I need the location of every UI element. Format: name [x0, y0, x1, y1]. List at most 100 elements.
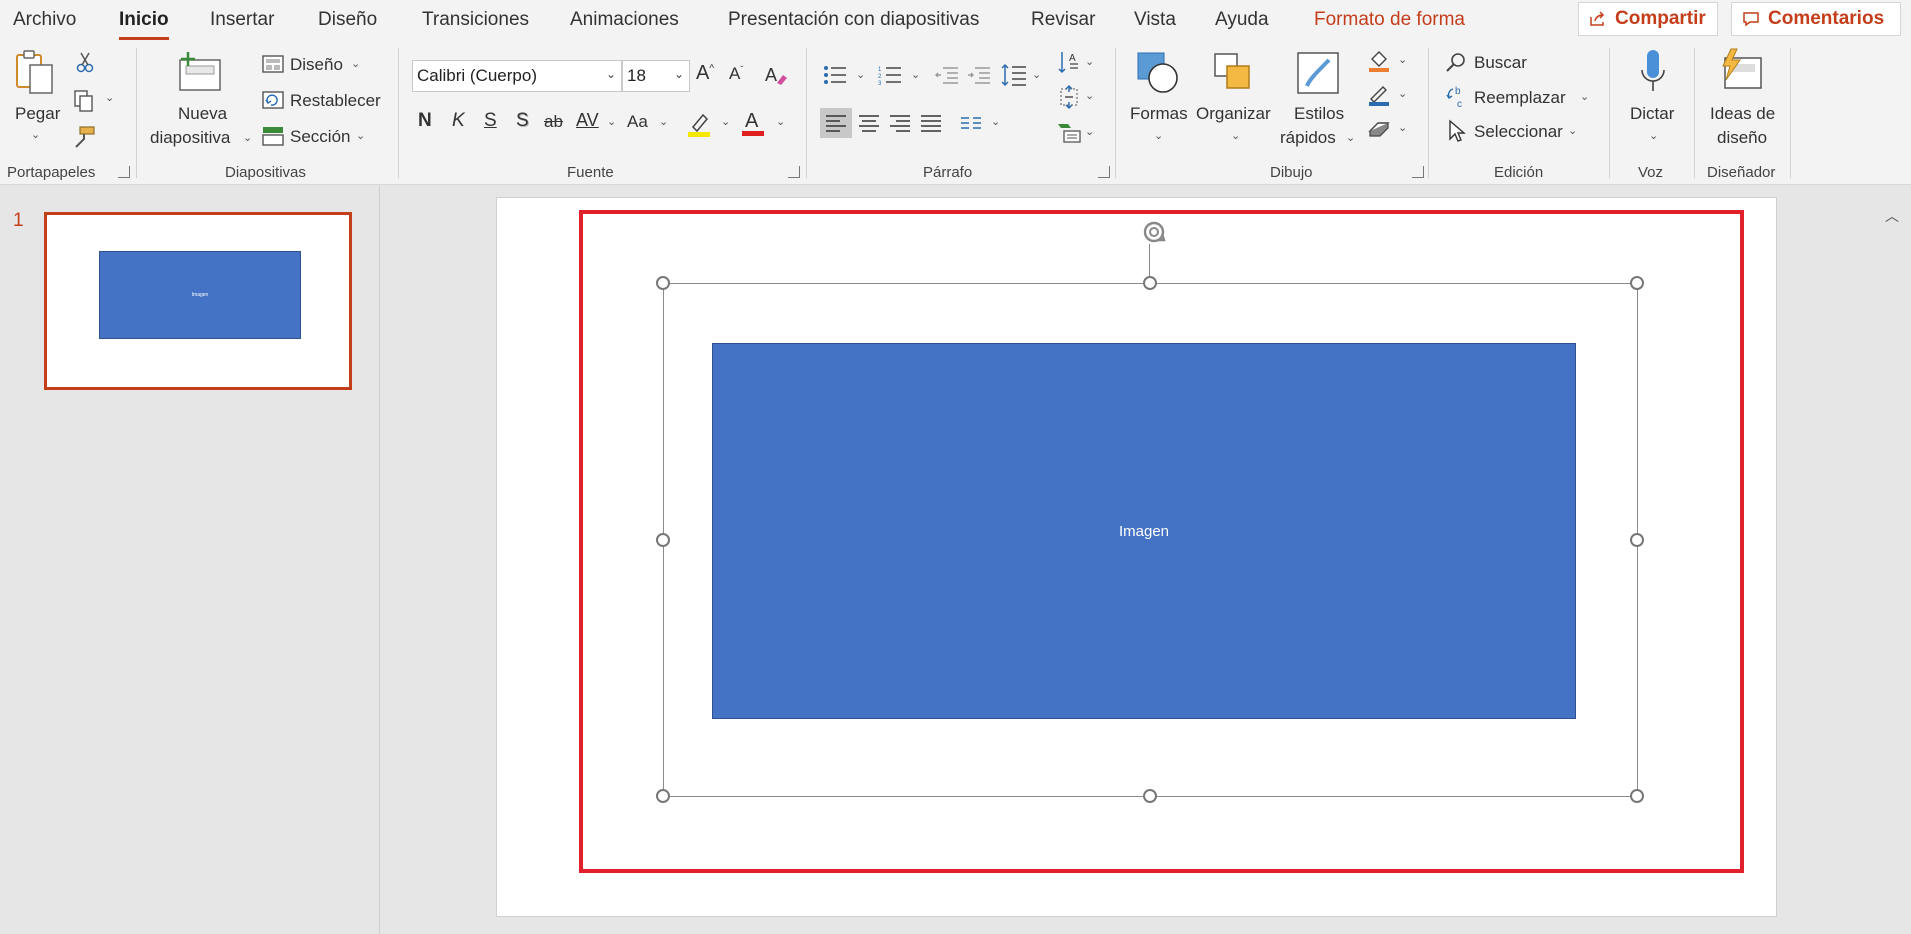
select-dropdown-chevron[interactable]: ⌄ — [1568, 124, 1577, 137]
underline-button[interactable]: S — [484, 110, 497, 132]
quick-styles-dropdown-chevron[interactable]: ⌄ — [1346, 131, 1355, 144]
smartart-dropdown-chevron[interactable]: ⌄ — [1085, 125, 1094, 138]
find-button-label[interactable]: Buscar — [1474, 53, 1527, 73]
find-icon[interactable] — [1444, 50, 1468, 74]
microphone-icon[interactable] — [1636, 48, 1670, 98]
design-ideas-label-2[interactable]: diseño — [1717, 128, 1767, 148]
bullets-dropdown-chevron[interactable]: ⌄ — [856, 68, 865, 81]
font-name-combo[interactable]: Calibri (Cuerpo) ⌄ — [412, 60, 622, 92]
tab-insertar[interactable]: Insertar — [210, 9, 274, 31]
format-painter-icon[interactable] — [70, 124, 98, 150]
strikethrough-button[interactable]: ab — [544, 112, 563, 132]
section-dropdown-chevron[interactable]: ⌄ — [356, 129, 365, 142]
design-ideas-label-1[interactable]: Ideas de — [1710, 104, 1775, 124]
decrease-indent-icon[interactable] — [934, 64, 960, 86]
tab-revisar[interactable]: Revisar — [1031, 9, 1095, 31]
tab-formato-de-forma[interactable]: Formato de forma — [1314, 9, 1465, 31]
new-slide-icon[interactable] — [176, 50, 224, 94]
comments-button[interactable]: Comentarios — [1731, 2, 1901, 36]
shape-fill-dropdown-chevron[interactable]: ⌄ — [1398, 53, 1407, 66]
tab-diseno[interactable]: Diseño — [318, 9, 377, 31]
resize-handle-bottom[interactable] — [1143, 789, 1157, 803]
layout-dropdown-chevron[interactable]: ⌄ — [351, 57, 360, 70]
paste-dropdown-chevron[interactable]: ⌄ — [31, 128, 40, 141]
align-left-icon[interactable] — [820, 108, 852, 138]
slide-thumbnail[interactable]: Imagen — [44, 212, 352, 390]
line-spacing-dropdown-chevron[interactable]: ⌄ — [1032, 68, 1041, 81]
italic-button[interactable]: K — [452, 110, 465, 132]
bold-button[interactable]: N — [418, 110, 432, 132]
quick-styles-icon[interactable] — [1294, 50, 1342, 96]
share-button[interactable]: Compartir — [1578, 2, 1718, 36]
resize-handle-top-right[interactable] — [1630, 276, 1644, 290]
resize-handle-bottom-left[interactable] — [656, 789, 670, 803]
highlight-dropdown-chevron[interactable]: ⌄ — [721, 115, 730, 128]
font-color-dropdown-chevron[interactable]: ⌄ — [776, 115, 785, 128]
arrange-icon[interactable] — [1210, 50, 1258, 96]
select-cursor-icon[interactable] — [1446, 118, 1468, 144]
reset-icon[interactable] — [262, 90, 284, 110]
copy-icon[interactable] — [70, 88, 98, 114]
replace-dropdown-chevron[interactable]: ⌄ — [1580, 90, 1589, 103]
align-text-dropdown-chevron[interactable]: ⌄ — [1085, 89, 1094, 102]
tab-vista[interactable]: Vista — [1134, 9, 1176, 31]
font-color-icon[interactable]: A — [740, 108, 766, 138]
shape-fill-icon[interactable] — [1366, 48, 1392, 74]
shapes-dropdown-chevron[interactable]: ⌄ — [1154, 129, 1163, 142]
resize-handle-top[interactable] — [1143, 276, 1157, 290]
spacing-dropdown-chevron[interactable]: ⌄ — [607, 115, 616, 128]
shapes-button-label[interactable]: Formas — [1130, 104, 1188, 124]
resize-handle-right[interactable] — [1630, 533, 1644, 547]
quick-styles-label-1[interactable]: Estilos — [1294, 104, 1344, 124]
clear-formatting-icon[interactable]: A — [763, 62, 789, 88]
section-icon[interactable] — [262, 126, 284, 146]
columns-icon[interactable] — [958, 112, 984, 134]
tab-presentacion[interactable]: Presentación con diapositivas — [728, 9, 979, 31]
character-spacing-button[interactable]: AV — [576, 110, 599, 131]
resize-handle-top-left[interactable] — [656, 276, 670, 290]
shape-outline-icon[interactable] — [1366, 82, 1392, 108]
align-center-icon[interactable] — [855, 108, 883, 138]
image-placeholder-shape[interactable]: Imagen — [712, 343, 1576, 719]
arrange-button-label[interactable]: Organizar — [1196, 104, 1271, 124]
bullets-icon[interactable] — [822, 64, 848, 86]
design-ideas-icon[interactable] — [1716, 48, 1766, 94]
collapse-ribbon-icon[interactable]: ︿ — [1885, 206, 1899, 226]
shapes-icon[interactable] — [1134, 50, 1182, 96]
dictate-dropdown-chevron[interactable]: ⌄ — [1649, 129, 1658, 142]
highlight-icon[interactable] — [686, 110, 712, 138]
new-slide-dropdown-chevron[interactable]: ⌄ — [243, 131, 252, 144]
shape-effects-dropdown-chevron[interactable]: ⌄ — [1398, 121, 1407, 134]
arrange-dropdown-chevron[interactable]: ⌄ — [1231, 129, 1240, 142]
font-size-combo[interactable]: 18 ⌄ — [622, 60, 690, 92]
paste-button-label[interactable]: Pegar — [15, 104, 60, 124]
layout-button-label[interactable]: Diseño — [290, 55, 343, 75]
paragraph-launcher-icon[interactable] — [1098, 166, 1110, 178]
drawing-launcher-icon[interactable] — [1412, 166, 1424, 178]
text-direction-icon[interactable]: A — [1056, 50, 1082, 76]
replace-button-label[interactable]: Reemplazar — [1474, 88, 1566, 108]
tab-ayuda[interactable]: Ayuda — [1215, 9, 1269, 31]
cut-icon[interactable] — [74, 50, 96, 74]
numbering-dropdown-chevron[interactable]: ⌄ — [911, 68, 920, 81]
dictate-button-label[interactable]: Dictar — [1630, 104, 1674, 124]
layout-icon[interactable] — [262, 54, 284, 74]
columns-dropdown-chevron[interactable]: ⌄ — [991, 115, 1000, 128]
shape-effects-icon[interactable] — [1366, 116, 1392, 142]
reset-button-label[interactable]: Restablecer — [290, 91, 381, 111]
resize-handle-bottom-right[interactable] — [1630, 789, 1644, 803]
tab-inicio[interactable]: Inicio — [119, 9, 169, 40]
change-case-button[interactable]: Aa — [627, 112, 648, 132]
smartart-icon[interactable] — [1056, 120, 1082, 146]
tab-transiciones[interactable]: Transiciones — [422, 9, 529, 31]
font-launcher-icon[interactable] — [788, 166, 800, 178]
new-slide-label-2[interactable]: diapositiva — [150, 128, 230, 148]
quick-styles-label-2[interactable]: rápidos — [1280, 128, 1336, 148]
tab-animaciones[interactable]: Animaciones — [570, 9, 679, 31]
new-slide-label-1[interactable]: Nueva — [178, 104, 227, 124]
shrink-font-icon[interactable]: Aˇ — [729, 64, 743, 84]
tab-archivo[interactable]: Archivo — [13, 9, 76, 31]
align-right-icon[interactable] — [886, 108, 914, 138]
rotate-handle-icon[interactable] — [1136, 218, 1174, 248]
line-spacing-icon[interactable] — [1001, 62, 1027, 88]
